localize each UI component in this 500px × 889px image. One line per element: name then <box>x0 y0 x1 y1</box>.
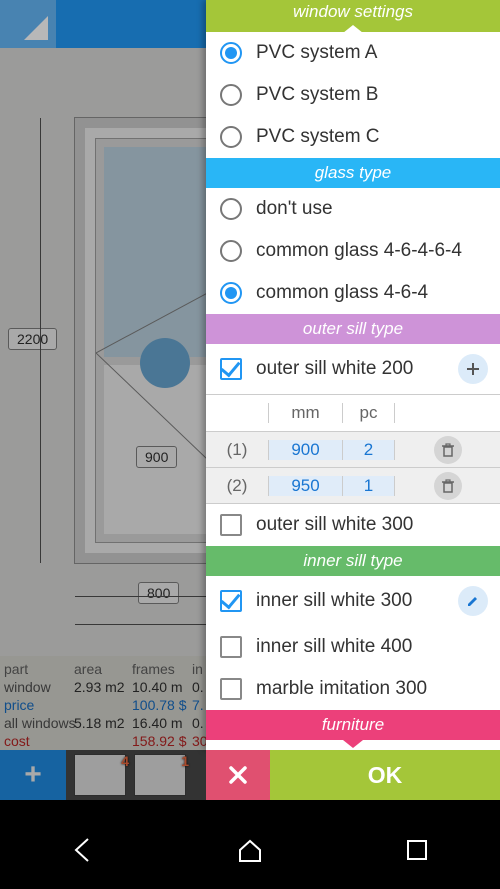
checkbox-icon <box>220 636 242 658</box>
action-bar: OK <box>206 750 500 800</box>
settings-panel: window settings PVC system A PVC system … <box>206 0 500 750</box>
sill-mm-input[interactable]: 900 <box>268 440 343 460</box>
delete-row-button[interactable] <box>434 472 462 500</box>
recent-button[interactable] <box>402 835 432 865</box>
checkbox-icon <box>220 590 242 612</box>
radio-icon <box>220 240 242 262</box>
panel-header[interactable]: window settings <box>206 0 500 32</box>
checkbox-icon <box>220 514 242 536</box>
ok-button[interactable]: OK <box>270 750 500 800</box>
android-navbar <box>0 820 500 880</box>
thumbnail-2[interactable]: 1 <box>134 754 186 796</box>
inner-sill-marble[interactable]: marble imitation 300 <box>206 668 500 710</box>
system-option-b[interactable]: PVC system B <box>206 74 500 116</box>
dim-mid[interactable]: 900 <box>136 446 177 468</box>
expand-down-icon <box>343 740 363 748</box>
outer-sill-300[interactable]: outer sill white 300 <box>206 504 500 546</box>
section-furniture[interactable]: furniture <box>206 710 500 740</box>
th-mm: mm <box>268 403 343 423</box>
back-button[interactable] <box>68 835 98 865</box>
close-icon <box>228 765 248 785</box>
sill-pc-input[interactable]: 2 <box>343 440 395 460</box>
add-window-button[interactable]: + <box>0 750 66 800</box>
radio-icon <box>220 126 242 148</box>
ok-label: OK <box>368 762 403 789</box>
add-sill-button[interactable] <box>458 354 488 384</box>
system-option-a[interactable]: PVC system A <box>206 32 500 74</box>
section-outer-sill[interactable]: outer sill type <box>206 314 500 344</box>
inner-sill-400[interactable]: inner sill white 400 <box>206 626 500 668</box>
checkbox-icon <box>220 358 242 380</box>
checkbox-icon <box>220 678 242 700</box>
sill-row-1: (1) 900 2 <box>206 431 500 467</box>
glass-option-464[interactable]: common glass 4-6-4 <box>206 272 500 314</box>
outer-sill-200[interactable]: outer sill white 200 <box>206 344 500 394</box>
th-pc: pc <box>343 403 395 423</box>
hint-circle-icon <box>140 338 190 388</box>
dim-line-v <box>40 118 41 563</box>
cancel-button[interactable] <box>206 750 270 800</box>
thumbnail-1[interactable]: 4 <box>74 754 126 796</box>
radio-icon <box>220 84 242 106</box>
dim-width[interactable]: 800 <box>138 582 179 604</box>
radio-icon <box>220 282 242 304</box>
sum-hdr-part: part <box>4 660 66 678</box>
glass-option-46464[interactable]: common glass 4-6-4-6-4 <box>206 230 500 272</box>
section-glass-type[interactable]: glass type <box>206 158 500 188</box>
panel-header-label: window settings <box>293 2 413 21</box>
dim-height[interactable]: 2200 <box>8 328 57 350</box>
sill-row-2: (2) 950 1 <box>206 467 500 503</box>
radio-icon <box>220 198 242 220</box>
home-button[interactable] <box>235 835 265 865</box>
sill-mm-input[interactable]: 950 <box>268 476 343 496</box>
outer-sill-table: mm pc (1) 900 2 (2) 950 1 <box>206 394 500 504</box>
sill-pc-input[interactable]: 1 <box>343 476 395 496</box>
section-inner-sill[interactable]: inner sill type <box>206 546 500 576</box>
glass-option-none[interactable]: don't use <box>206 188 500 230</box>
system-option-c[interactable]: PVC system C <box>206 116 500 158</box>
radio-icon <box>220 42 242 64</box>
delete-row-button[interactable] <box>434 436 462 464</box>
edit-sill-button[interactable] <box>458 586 488 616</box>
inner-sill-300[interactable]: inner sill white 300 <box>206 576 500 626</box>
